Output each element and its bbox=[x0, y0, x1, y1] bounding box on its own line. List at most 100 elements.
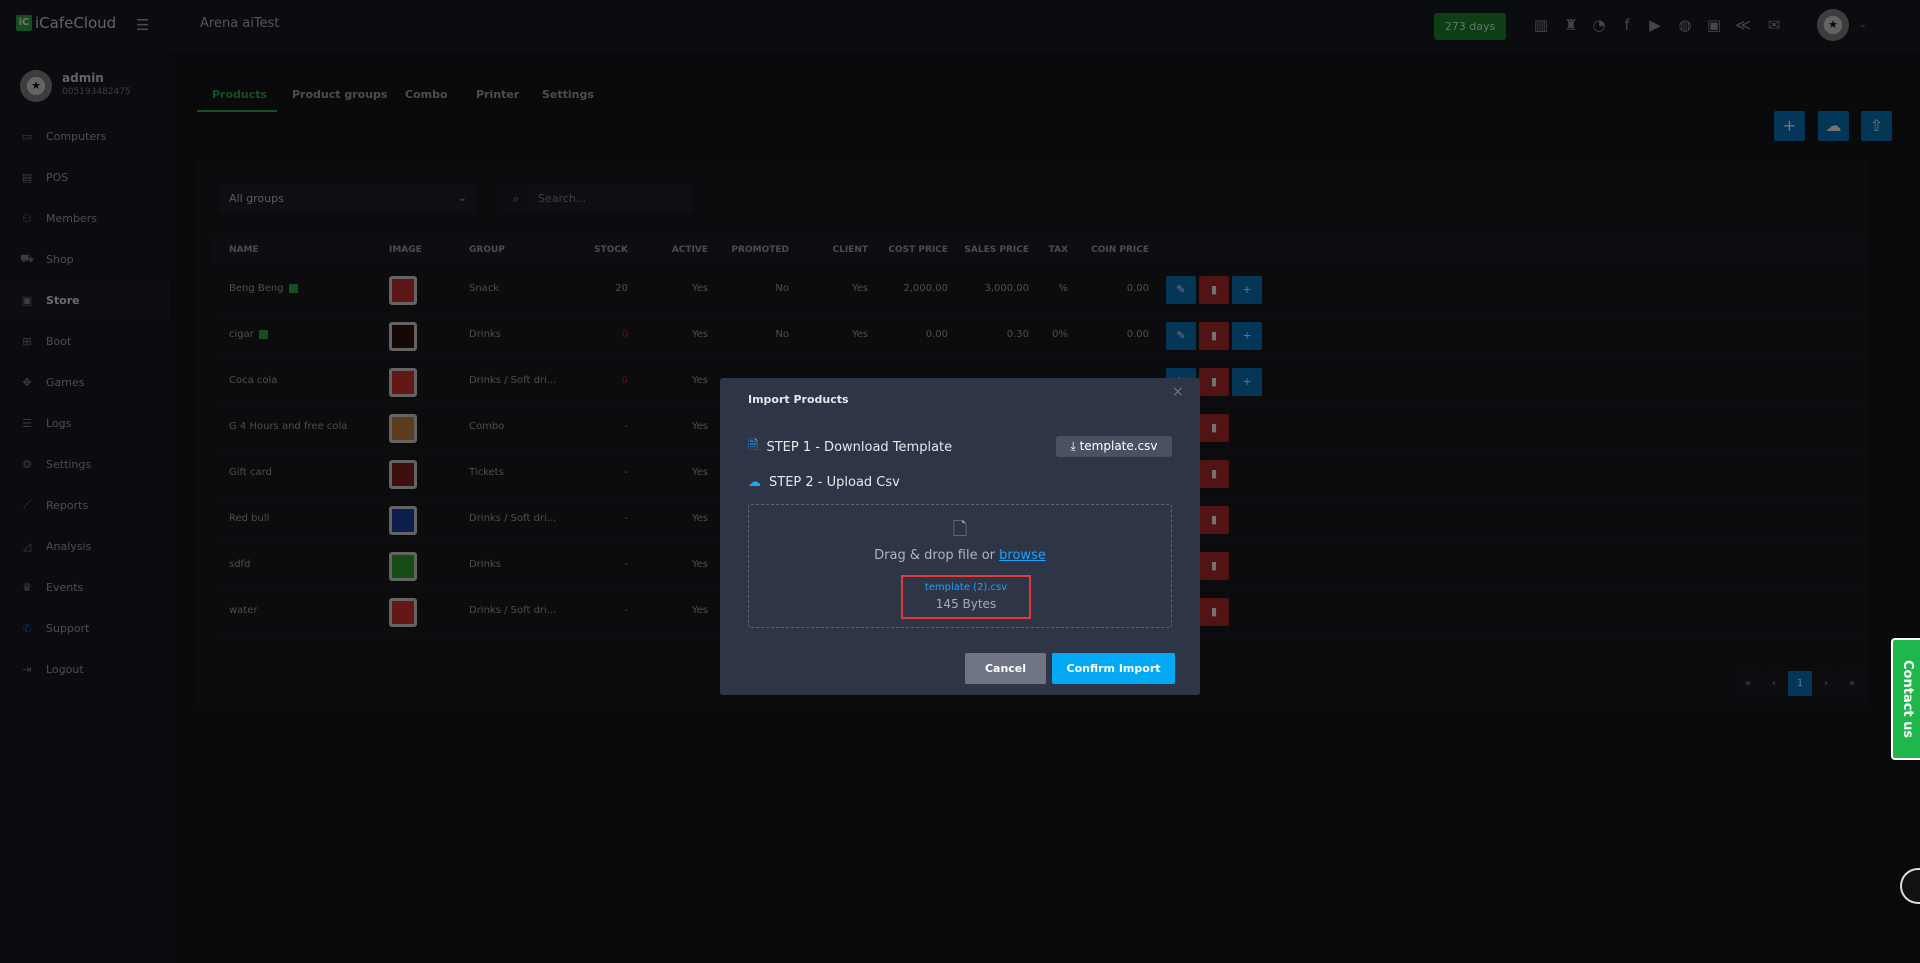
brand-icon[interactable]: ≪ bbox=[1732, 14, 1754, 36]
tab-product-groups[interactable]: Product groups bbox=[292, 88, 387, 101]
edit-icon: ✎ bbox=[1176, 329, 1186, 342]
add-stock-button[interactable]: + bbox=[1232, 276, 1262, 304]
close-icon[interactable]: × bbox=[1172, 384, 1184, 400]
sidebar-item-support[interactable]: ✆ Support bbox=[0, 608, 170, 648]
column-header-client[interactable]: CLIENT bbox=[778, 245, 868, 255]
delete-button[interactable]: ▮ bbox=[1199, 506, 1229, 534]
sidebar-item-settings[interactable]: ⚙ Settings bbox=[0, 444, 170, 484]
product-name[interactable]: sdfd bbox=[229, 559, 250, 570]
file-drop-zone[interactable]: 🗋 Drag & drop file or browse template (2… bbox=[748, 504, 1172, 628]
ranking-icon[interactable]: ▥ bbox=[1530, 14, 1552, 36]
product-promoted: No bbox=[775, 329, 789, 340]
product-name-text: sdfd bbox=[229, 559, 251, 570]
edit-button[interactable]: ✎ bbox=[1166, 276, 1196, 304]
sidebar-item-computers[interactable]: ▭ Computers bbox=[0, 116, 170, 156]
product-name-text: cigar bbox=[229, 329, 254, 340]
sidebar-item-members[interactable]: ⚇ Members bbox=[0, 198, 170, 238]
delete-button[interactable]: ▮ bbox=[1199, 368, 1229, 396]
sidebar-item-store[interactable]: ▣ Store bbox=[0, 280, 170, 320]
modal-title: Import Products bbox=[748, 393, 849, 406]
add-product-button[interactable]: + bbox=[1774, 111, 1805, 141]
product-image bbox=[389, 276, 417, 305]
search-input[interactable] bbox=[530, 184, 693, 213]
download-template-button[interactable]: ⤓ template.csv bbox=[1056, 436, 1172, 457]
delete-button[interactable]: ▮ bbox=[1199, 460, 1229, 488]
mail-icon[interactable]: ✉ bbox=[1763, 14, 1785, 36]
column-header-cost-price[interactable]: COST PRICE bbox=[858, 245, 948, 255]
sidebar-item-boot[interactable]: ⊞ Boot bbox=[0, 321, 170, 361]
phone-icon: ✆ bbox=[22, 621, 32, 635]
trophy-icon[interactable]: ♜ bbox=[1560, 14, 1582, 36]
pagination-last[interactable]: » bbox=[1840, 671, 1864, 696]
table-row: cigar Drinks 0 Yes No Yes 0.00 0.30 0% 0.00 ✎ ▮ + bbox=[212, 313, 1867, 359]
menu-toggle-icon[interactable]: ☰ bbox=[136, 16, 152, 34]
tab-products[interactable]: Products bbox=[212, 88, 267, 101]
globe-icon[interactable]: ◍ bbox=[1674, 14, 1696, 36]
sidebar-item-pos[interactable]: ▤ POS bbox=[0, 157, 170, 197]
sidebar-item-logs[interactable]: ☰ Logs bbox=[0, 403, 170, 443]
column-header-image[interactable]: IMAGE bbox=[389, 245, 422, 255]
product-name[interactable]: G 4 Hours and free cola bbox=[229, 421, 347, 432]
column-header-coin-price[interactable]: COIN PRICE bbox=[1059, 245, 1149, 255]
step2-label: ☁ STEP 2 - Upload Csv bbox=[748, 475, 900, 490]
tab-combo[interactable]: Combo bbox=[405, 88, 448, 101]
column-header-tax[interactable]: TAX bbox=[978, 245, 1068, 255]
confirm-import-button[interactable]: Confirm Import bbox=[1052, 653, 1175, 684]
delete-button[interactable]: ▮ bbox=[1199, 322, 1229, 350]
barcode-badge-icon bbox=[258, 329, 268, 339]
sidebar-item-games[interactable]: ✥ Games bbox=[0, 362, 170, 402]
sidebar-item-reports[interactable]: ⟋ Reports bbox=[0, 485, 170, 525]
product-group: Snack bbox=[469, 283, 500, 294]
product-name[interactable]: Beng Beng bbox=[229, 283, 298, 294]
user-avatar-menu[interactable]: ★ bbox=[1817, 9, 1849, 41]
pagination-first[interactable]: « bbox=[1736, 671, 1760, 696]
rss-icon[interactable]: ◔ bbox=[1588, 14, 1610, 36]
import-button[interactable]: ⇧ bbox=[1861, 111, 1892, 141]
edit-button[interactable]: ✎ bbox=[1166, 322, 1196, 350]
product-image bbox=[389, 322, 417, 351]
tab-printer[interactable]: Printer bbox=[476, 88, 519, 101]
chevron-down-icon[interactable]: ⌄ bbox=[1858, 17, 1867, 30]
contact-us-button[interactable]: Contact us bbox=[1891, 638, 1920, 760]
pagination-prev[interactable]: ‹ bbox=[1762, 671, 1786, 696]
pagination-current[interactable]: 1 bbox=[1788, 671, 1812, 696]
product-image bbox=[389, 414, 417, 443]
sidebar-item-logout[interactable]: ⇥ Logout bbox=[0, 649, 170, 689]
delete-button[interactable]: ▮ bbox=[1199, 276, 1229, 304]
pagination-next[interactable]: › bbox=[1814, 671, 1838, 696]
sidebar-item-shop[interactable]: ⛟ Shop bbox=[0, 239, 170, 279]
add-stock-button[interactable]: + bbox=[1232, 368, 1262, 396]
subscription-days-badge[interactable]: 273 days bbox=[1434, 13, 1506, 40]
cancel-button[interactable]: Cancel bbox=[965, 653, 1046, 684]
product-name[interactable]: Coca cola bbox=[229, 375, 277, 386]
icafe-icon[interactable]: ▣ bbox=[1703, 14, 1725, 36]
add-stock-button[interactable]: + bbox=[1232, 322, 1262, 350]
product-name[interactable]: water bbox=[229, 605, 258, 616]
column-header-promoted[interactable]: PROMOTED bbox=[699, 245, 789, 255]
delete-button[interactable]: ▮ bbox=[1199, 552, 1229, 580]
monitor-icon: ▭ bbox=[21, 129, 33, 143]
column-header-active[interactable]: ACTIVE bbox=[618, 245, 708, 255]
delete-button[interactable]: ▮ bbox=[1199, 598, 1229, 626]
product-name-text: Gift card bbox=[229, 467, 272, 478]
product-name[interactable]: Red bull bbox=[229, 513, 269, 524]
sidebar-item-analysis[interactable]: ◿ Analysis bbox=[0, 526, 170, 566]
column-header-stock[interactable]: STOCK bbox=[538, 245, 628, 255]
tab-settings[interactable]: Settings bbox=[542, 88, 594, 101]
delete-button[interactable]: ▮ bbox=[1199, 414, 1229, 442]
column-header-name[interactable]: NAME bbox=[229, 245, 259, 255]
product-name[interactable]: cigar bbox=[229, 329, 268, 340]
facebook-icon[interactable]: f bbox=[1616, 14, 1638, 36]
trash-icon: ▮ bbox=[1210, 421, 1218, 434]
download-button[interactable]: ☁ bbox=[1818, 111, 1849, 141]
sidebar-item-label: Reports bbox=[46, 498, 89, 512]
logo[interactable]: iC iCafeCloud bbox=[16, 14, 116, 32]
product-name[interactable]: Gift card bbox=[229, 467, 272, 478]
product-client: Yes bbox=[851, 329, 868, 340]
browse-link[interactable]: browse bbox=[999, 548, 1046, 563]
sidebar-item-events[interactable]: ♛ Events bbox=[0, 567, 170, 607]
group-select[interactable]: All groups ⌄ bbox=[219, 184, 475, 213]
youtube-icon[interactable]: ▶ bbox=[1644, 14, 1666, 36]
column-header-group[interactable]: GROUP bbox=[469, 245, 505, 255]
plus-icon: + bbox=[1242, 283, 1252, 296]
